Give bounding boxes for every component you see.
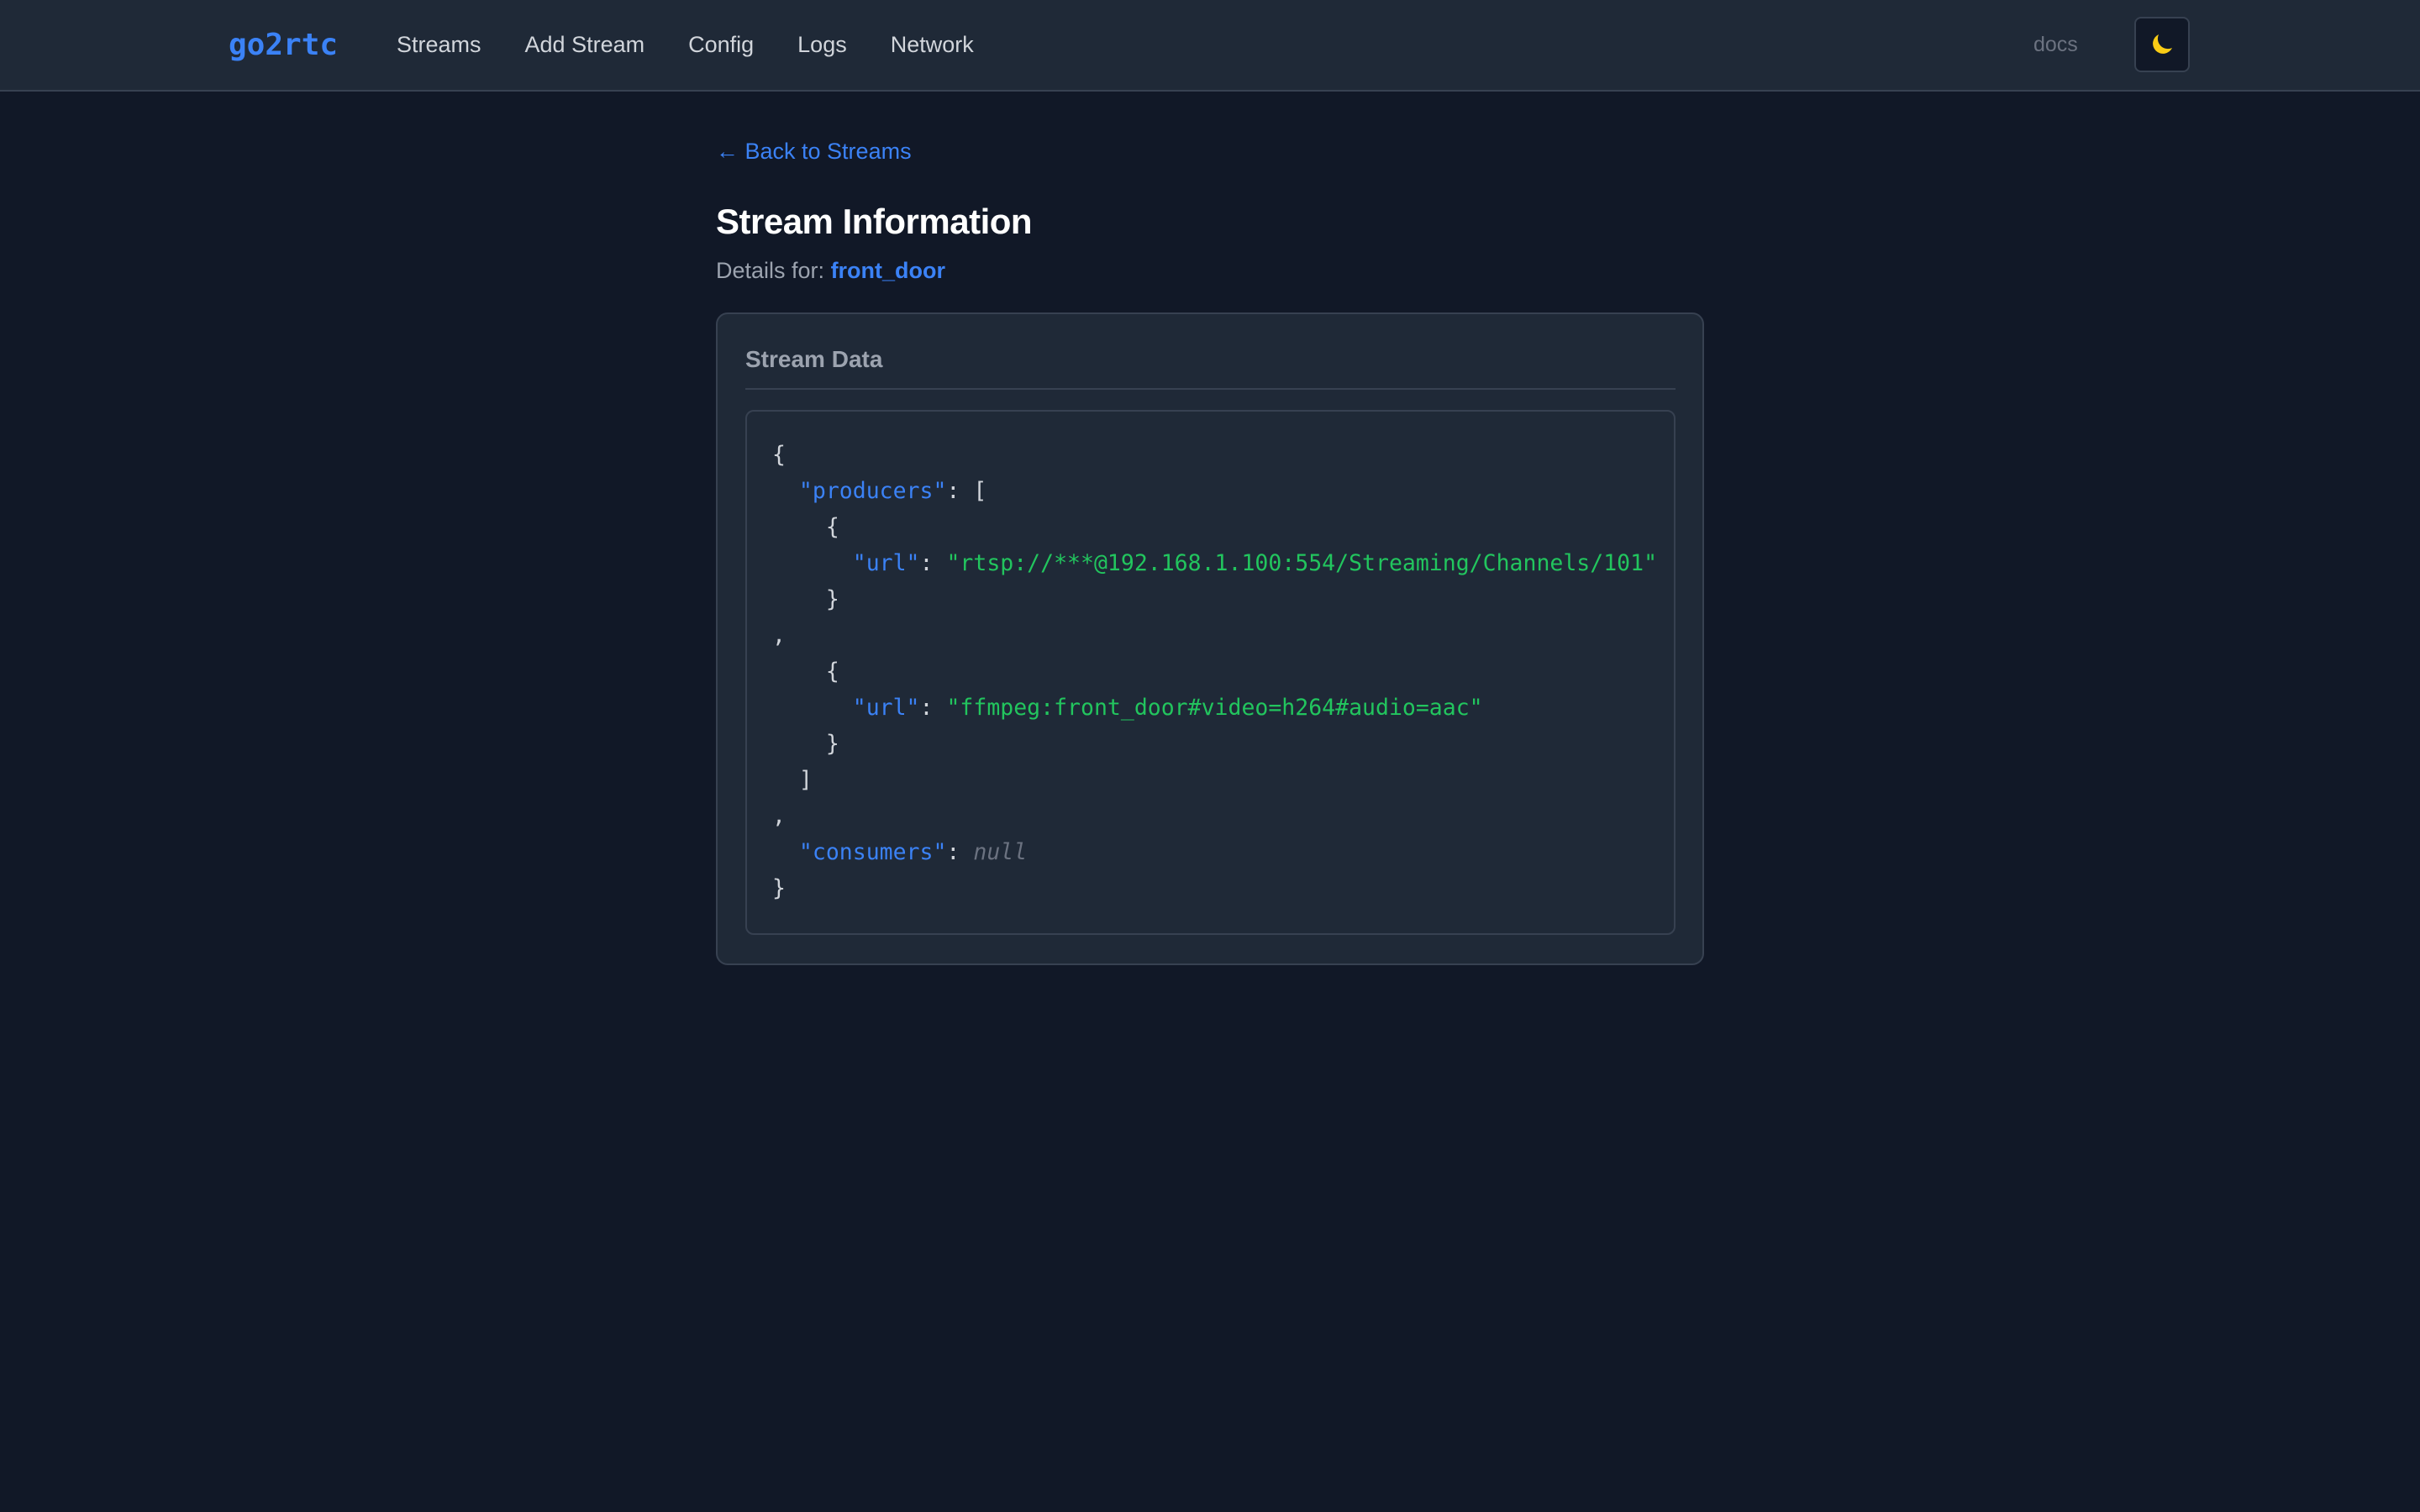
- nav-links: Streams Add Stream Config Logs Network: [397, 25, 974, 64]
- json-item-close: }: [825, 586, 839, 612]
- nav-network[interactable]: Network: [891, 25, 974, 64]
- top-navbar: go2rtc Streams Add Stream Config Logs Ne…: [0, 0, 2420, 92]
- stream-data-card: Stream Data { "producers": [ { "url": "r…: [716, 312, 1704, 965]
- json-open-brace: {: [772, 442, 786, 468]
- theme-toggle-button[interactable]: [2134, 17, 2190, 72]
- json-line: }: [772, 726, 1650, 762]
- json-line: ]: [772, 762, 1650, 798]
- page-title: Stream Information: [716, 202, 1033, 241]
- json-item-open: {: [825, 659, 839, 685]
- json-line: "consumers": null: [772, 834, 1650, 870]
- json-line: {: [772, 509, 1650, 545]
- json-line: {: [772, 437, 1650, 473]
- nav-logs[interactable]: Logs: [797, 25, 847, 64]
- json-open-bracket: [: [973, 478, 987, 504]
- json-close-bracket: ]: [798, 767, 813, 793]
- json-code-block: { "producers": [ { "url": "rtsp://***@19…: [745, 410, 1676, 935]
- card-title: Stream Data: [745, 343, 1676, 390]
- nav-config[interactable]: Config: [688, 25, 754, 64]
- json-line: }: [772, 870, 1650, 906]
- json-comma: ,: [772, 803, 786, 829]
- docs-link[interactable]: docs: [2033, 27, 2078, 62]
- json-line: ,: [772, 798, 1650, 834]
- brand-logo[interactable]: go2rtc: [229, 25, 338, 66]
- json-line: "url": "rtsp://***@192.168.1.100:554/Str…: [772, 545, 1657, 581]
- json-value-producer-1-url: "rtsp://***@192.168.1.100:554/Streaming/…: [946, 550, 1658, 576]
- back-to-streams-link[interactable]: ← Back to Streams: [716, 134, 912, 168]
- details-line: Details for: front_door: [716, 254, 1704, 287]
- json-item-open: {: [825, 514, 839, 540]
- main-content: ← Back to Streams Stream Information Det…: [716, 134, 1704, 965]
- json-comma: ,: [772, 622, 786, 648]
- json-value-producer-2-url: "ffmpeg:front_door#video=h264#audio=aac": [946, 695, 1483, 721]
- moon-icon: [2153, 34, 2173, 54]
- json-colon: :: [946, 839, 960, 865]
- json-key-consumers: "consumers": [798, 839, 947, 865]
- json-line: ,: [772, 617, 1650, 654]
- json-close-brace: }: [772, 875, 786, 901]
- json-item-close: }: [825, 731, 839, 757]
- details-prefix: Details for:: [716, 258, 825, 283]
- json-key-producers: "producers": [798, 478, 947, 504]
- json-line: {: [772, 654, 1650, 690]
- stream-name: front_door: [830, 258, 946, 283]
- nav-streams[interactable]: Streams: [397, 25, 481, 64]
- json-key-url: "url": [852, 695, 920, 721]
- json-colon: :: [919, 695, 934, 721]
- nav-add-stream[interactable]: Add Stream: [525, 25, 645, 64]
- json-line: "producers": [: [772, 473, 1650, 509]
- json-key-url: "url": [852, 550, 920, 576]
- json-line: }: [772, 581, 1650, 617]
- json-colon: :: [946, 478, 960, 504]
- json-colon: :: [919, 550, 934, 576]
- json-line: "url": "ffmpeg:front_door#video=h264#aud…: [772, 690, 1650, 726]
- json-value-consumers: null: [973, 839, 1028, 865]
